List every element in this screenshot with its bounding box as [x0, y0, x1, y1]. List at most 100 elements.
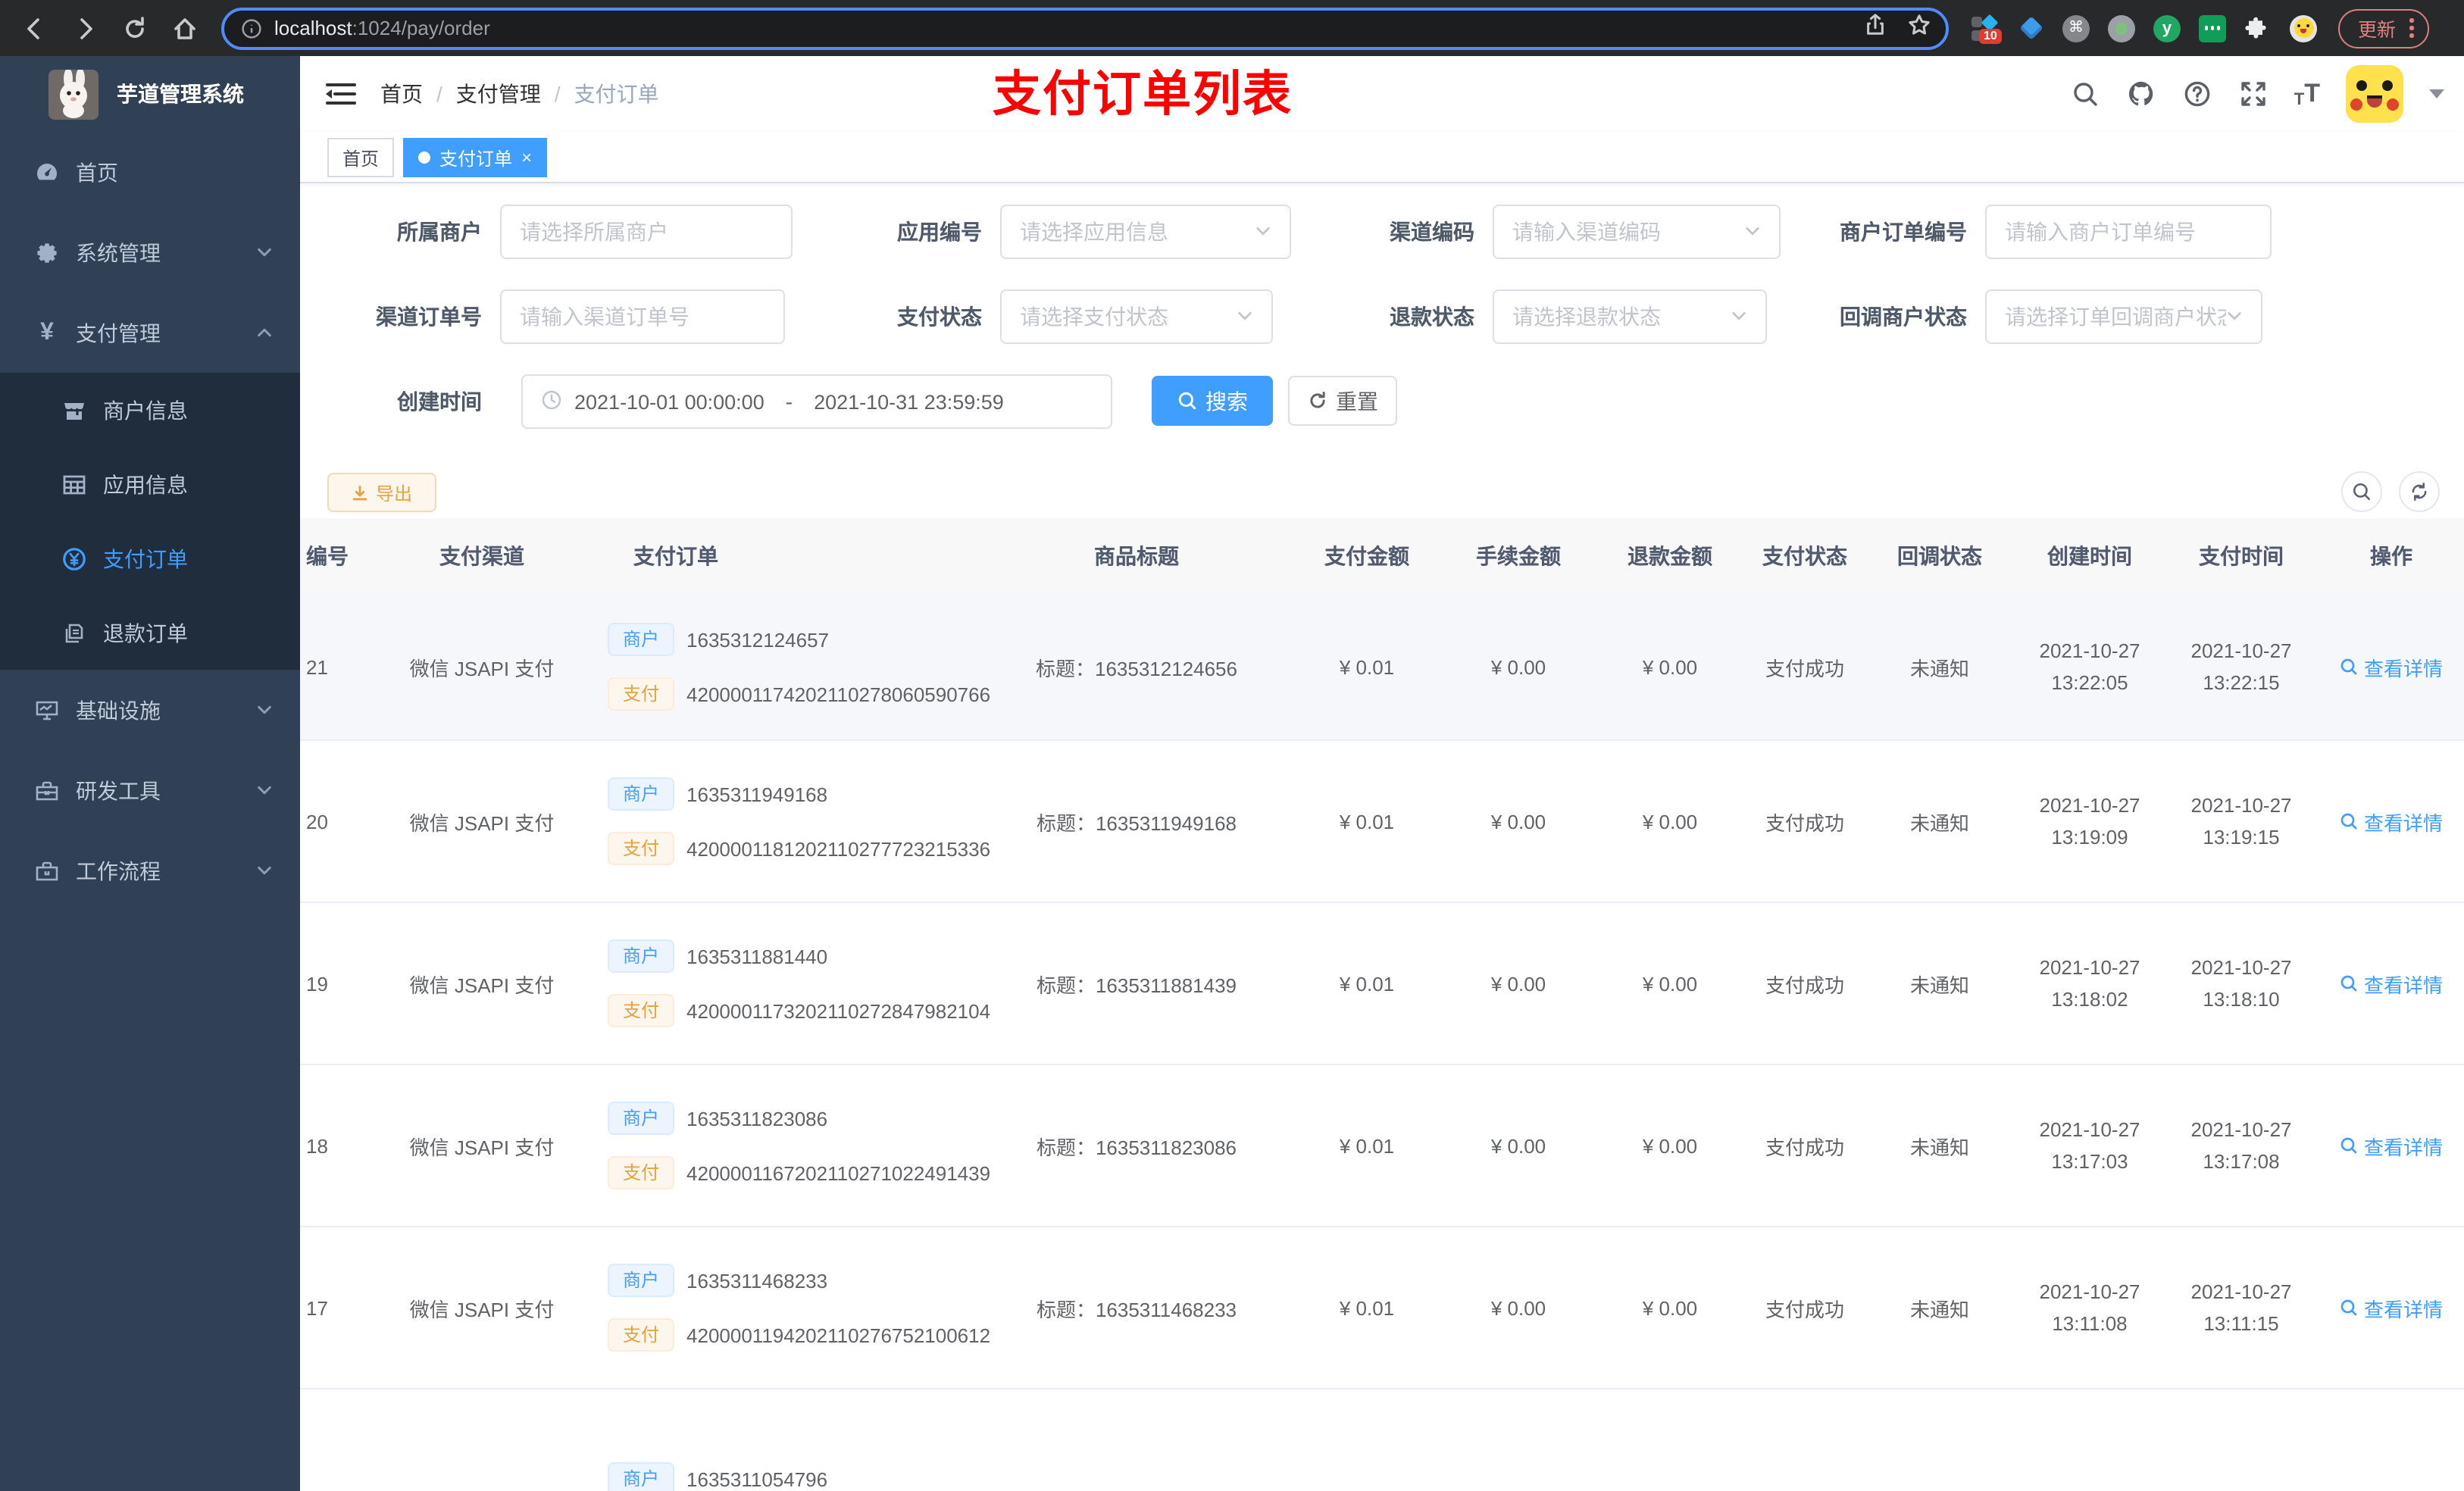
site-info-icon[interactable]	[241, 17, 262, 39]
extension-sigma-icon[interactable]: 10	[1972, 13, 2002, 43]
cell-status: 支付成功	[1765, 974, 1844, 996]
reset-button[interactable]: 重置	[1288, 376, 1397, 426]
avatar-caret-icon[interactable]	[2429, 89, 2444, 98]
cell-pay-order: 商户 1635311949168 支付 42000011812021102777232…	[603, 777, 990, 865]
cell-pay-order: 商户 1635312124657 支付 42000011742021102780605…	[603, 623, 990, 711]
forward-icon[interactable]	[71, 14, 98, 42]
extension-command-icon[interactable]: ⌘	[2062, 14, 2090, 42]
extension-y-icon[interactable]: y	[2153, 14, 2181, 42]
merchant-tag: 商户	[608, 1102, 675, 1135]
tab-home[interactable]: 首页	[327, 138, 395, 177]
tab-pay-order[interactable]: 支付订单 ×	[403, 138, 548, 177]
back-icon[interactable]	[21, 14, 48, 42]
order-number-line: 商户 1635311881440	[608, 939, 982, 973]
notify-status-select[interactable]: 请选择订单回调商户状态	[1985, 289, 2262, 344]
extension-recorder-icon[interactable]	[2108, 14, 2135, 42]
order-number: 1635311881440	[686, 945, 828, 967]
app-id-select[interactable]: 请选择应用信息	[1000, 205, 1291, 259]
cell-status: 支付成功	[1765, 1136, 1844, 1158]
pay-status-select[interactable]: 请选择支付状态	[1000, 289, 1273, 344]
cell-created-time: 2021-10-27 13:11:08	[2039, 1280, 2140, 1335]
create-time-range-picker[interactable]: 2021-10-01 00:00:00 - 2021-10-31 23:59:5…	[521, 374, 1112, 429]
sidebar-item-refund-order[interactable]: 退款订单	[0, 595, 300, 670]
sidebar-item-merchant-info[interactable]: 商户信息	[0, 373, 300, 447]
pay-tag: 支付	[608, 1156, 675, 1189]
active-tab-dot	[418, 152, 431, 164]
sidebar-item-workflow[interactable]: 工作流程	[0, 830, 300, 911]
refresh-icon	[2412, 483, 2427, 501]
user-avatar[interactable]	[2346, 65, 2403, 123]
orders-table: 编号 支付渠道 支付订单 商品标题 支付金额 手续金额 退款金额 支付状态 回调…	[300, 518, 2464, 1491]
browser-menu-icon[interactable]	[2409, 18, 2414, 38]
view-detail-link[interactable]: 查看详情	[2319, 1131, 2464, 1160]
merchant-order-no-field[interactable]	[1985, 205, 2272, 259]
extension-chat-icon[interactable]	[2199, 14, 2226, 42]
filter-label: 退款状态	[1390, 305, 1474, 329]
github-icon[interactable]	[2126, 79, 2156, 109]
sidebar-item-system[interactable]: 系统管理	[0, 212, 300, 292]
share-icon[interactable]	[1864, 13, 1887, 43]
bookmark-star-icon[interactable]	[1908, 13, 1931, 43]
profile-emoji-icon[interactable]	[2290, 14, 2317, 42]
payment-submenu: 商户信息 应用信息 支付订单 退款订单	[0, 373, 300, 670]
home-icon[interactable]	[171, 14, 199, 42]
sidebar-item-home[interactable]: 首页	[0, 132, 300, 212]
reload-icon[interactable]	[121, 14, 149, 42]
toolbox-icon	[33, 777, 61, 804]
cell-created-time: 2021-10-27 13:22:05	[2039, 639, 2140, 694]
merchant-input[interactable]	[520, 220, 773, 244]
table-header: 编号 支付渠道 支付订单 商品标题 支付金额 手续金额 退款金额 支付状态 回调…	[300, 518, 2464, 594]
order-number: 1635312124657	[686, 628, 830, 651]
order-number-line: 支付 4200001194202110276752100612	[608, 1318, 990, 1352]
filter-label: 支付状态	[897, 305, 982, 329]
cell-pay-order: 商户 1635311823086 支付 42000011672021102710224…	[603, 1102, 990, 1189]
yen-circle-icon	[61, 545, 88, 572]
font-size-icon[interactable]: TT	[2294, 79, 2320, 109]
close-tab-icon[interactable]: ×	[521, 148, 532, 167]
table-row: 18 微信 JSAPI 支付 商户 1635311823086 支付 4200001167…	[300, 1065, 2464, 1227]
sidebar-item-pay-order[interactable]: 支付订单	[0, 521, 300, 595]
sidebar-item-infrastructure[interactable]: 基础设施	[0, 670, 300, 750]
collapse-sidebar-icon[interactable]	[326, 82, 356, 106]
cell-id: 19	[306, 972, 328, 995]
merchant-select[interactable]	[500, 205, 793, 259]
view-detail-link[interactable]: 查看详情	[2319, 652, 2464, 681]
channel-order-no-input[interactable]	[520, 305, 765, 329]
table-body: 21 微信 JSAPI 支付 商户 1635312124657 支付 4200001174…	[300, 594, 2464, 1491]
address-bar[interactable]: localhost:1024/pay/order	[221, 7, 1949, 49]
view-detail-link[interactable]: 查看详情	[2319, 969, 2464, 998]
extensions-puzzle-icon[interactable]	[2244, 14, 2272, 42]
magnifier-icon	[2340, 658, 2357, 675]
view-detail-link[interactable]: 查看详情	[2319, 807, 2464, 836]
sidebar-item-payment[interactable]: ¥ 支付管理	[0, 292, 300, 373]
order-number-line: 支付 4200001167202110271022491439	[608, 1156, 990, 1189]
magnifier-icon	[2340, 813, 2357, 830]
page-title-annotation: 支付订单列表	[993, 67, 1293, 121]
search-icon[interactable]	[2070, 79, 2100, 109]
breadcrumb-payment[interactable]: 支付管理	[456, 79, 541, 109]
search-button[interactable]: 搜索	[1152, 376, 1273, 426]
refund-status-select[interactable]: 请选择退款状态	[1493, 289, 1767, 344]
merchant-tag: 商户	[608, 1462, 675, 1491]
cell-amount: ¥ 0.01	[1339, 1296, 1395, 1319]
dashboard-icon	[33, 158, 61, 186]
channel-code-select[interactable]: 请输入渠道编码	[1493, 205, 1781, 259]
fullscreen-icon[interactable]	[2238, 79, 2269, 109]
browser-update-button[interactable]: 更新	[2338, 8, 2429, 48]
monitor-icon	[33, 696, 61, 724]
breadcrumb-home[interactable]: 首页	[380, 79, 423, 109]
help-icon[interactable]	[2182, 79, 2212, 109]
view-detail-link[interactable]: 查看详情	[2319, 1293, 2464, 1322]
extension-gem-icon[interactable]	[2017, 14, 2044, 42]
export-button[interactable]: 导出	[327, 473, 436, 512]
refresh-table-button[interactable]	[2399, 471, 2440, 512]
merchant-order-no-input[interactable]	[2005, 220, 2252, 244]
order-number: 4200001173202110272847982104	[686, 999, 991, 1022]
sidebar-item-dev-tools[interactable]: 研发工具	[0, 750, 300, 830]
cell-amount: ¥ 0.01	[1339, 810, 1395, 833]
sidebar-item-app-info[interactable]: 应用信息	[0, 447, 300, 521]
app-logo[interactable]: 芋道管理系统	[0, 56, 300, 132]
briefcase-icon	[33, 857, 61, 884]
toggle-search-button[interactable]	[2341, 471, 2382, 512]
channel-order-no-field[interactable]	[500, 289, 785, 344]
